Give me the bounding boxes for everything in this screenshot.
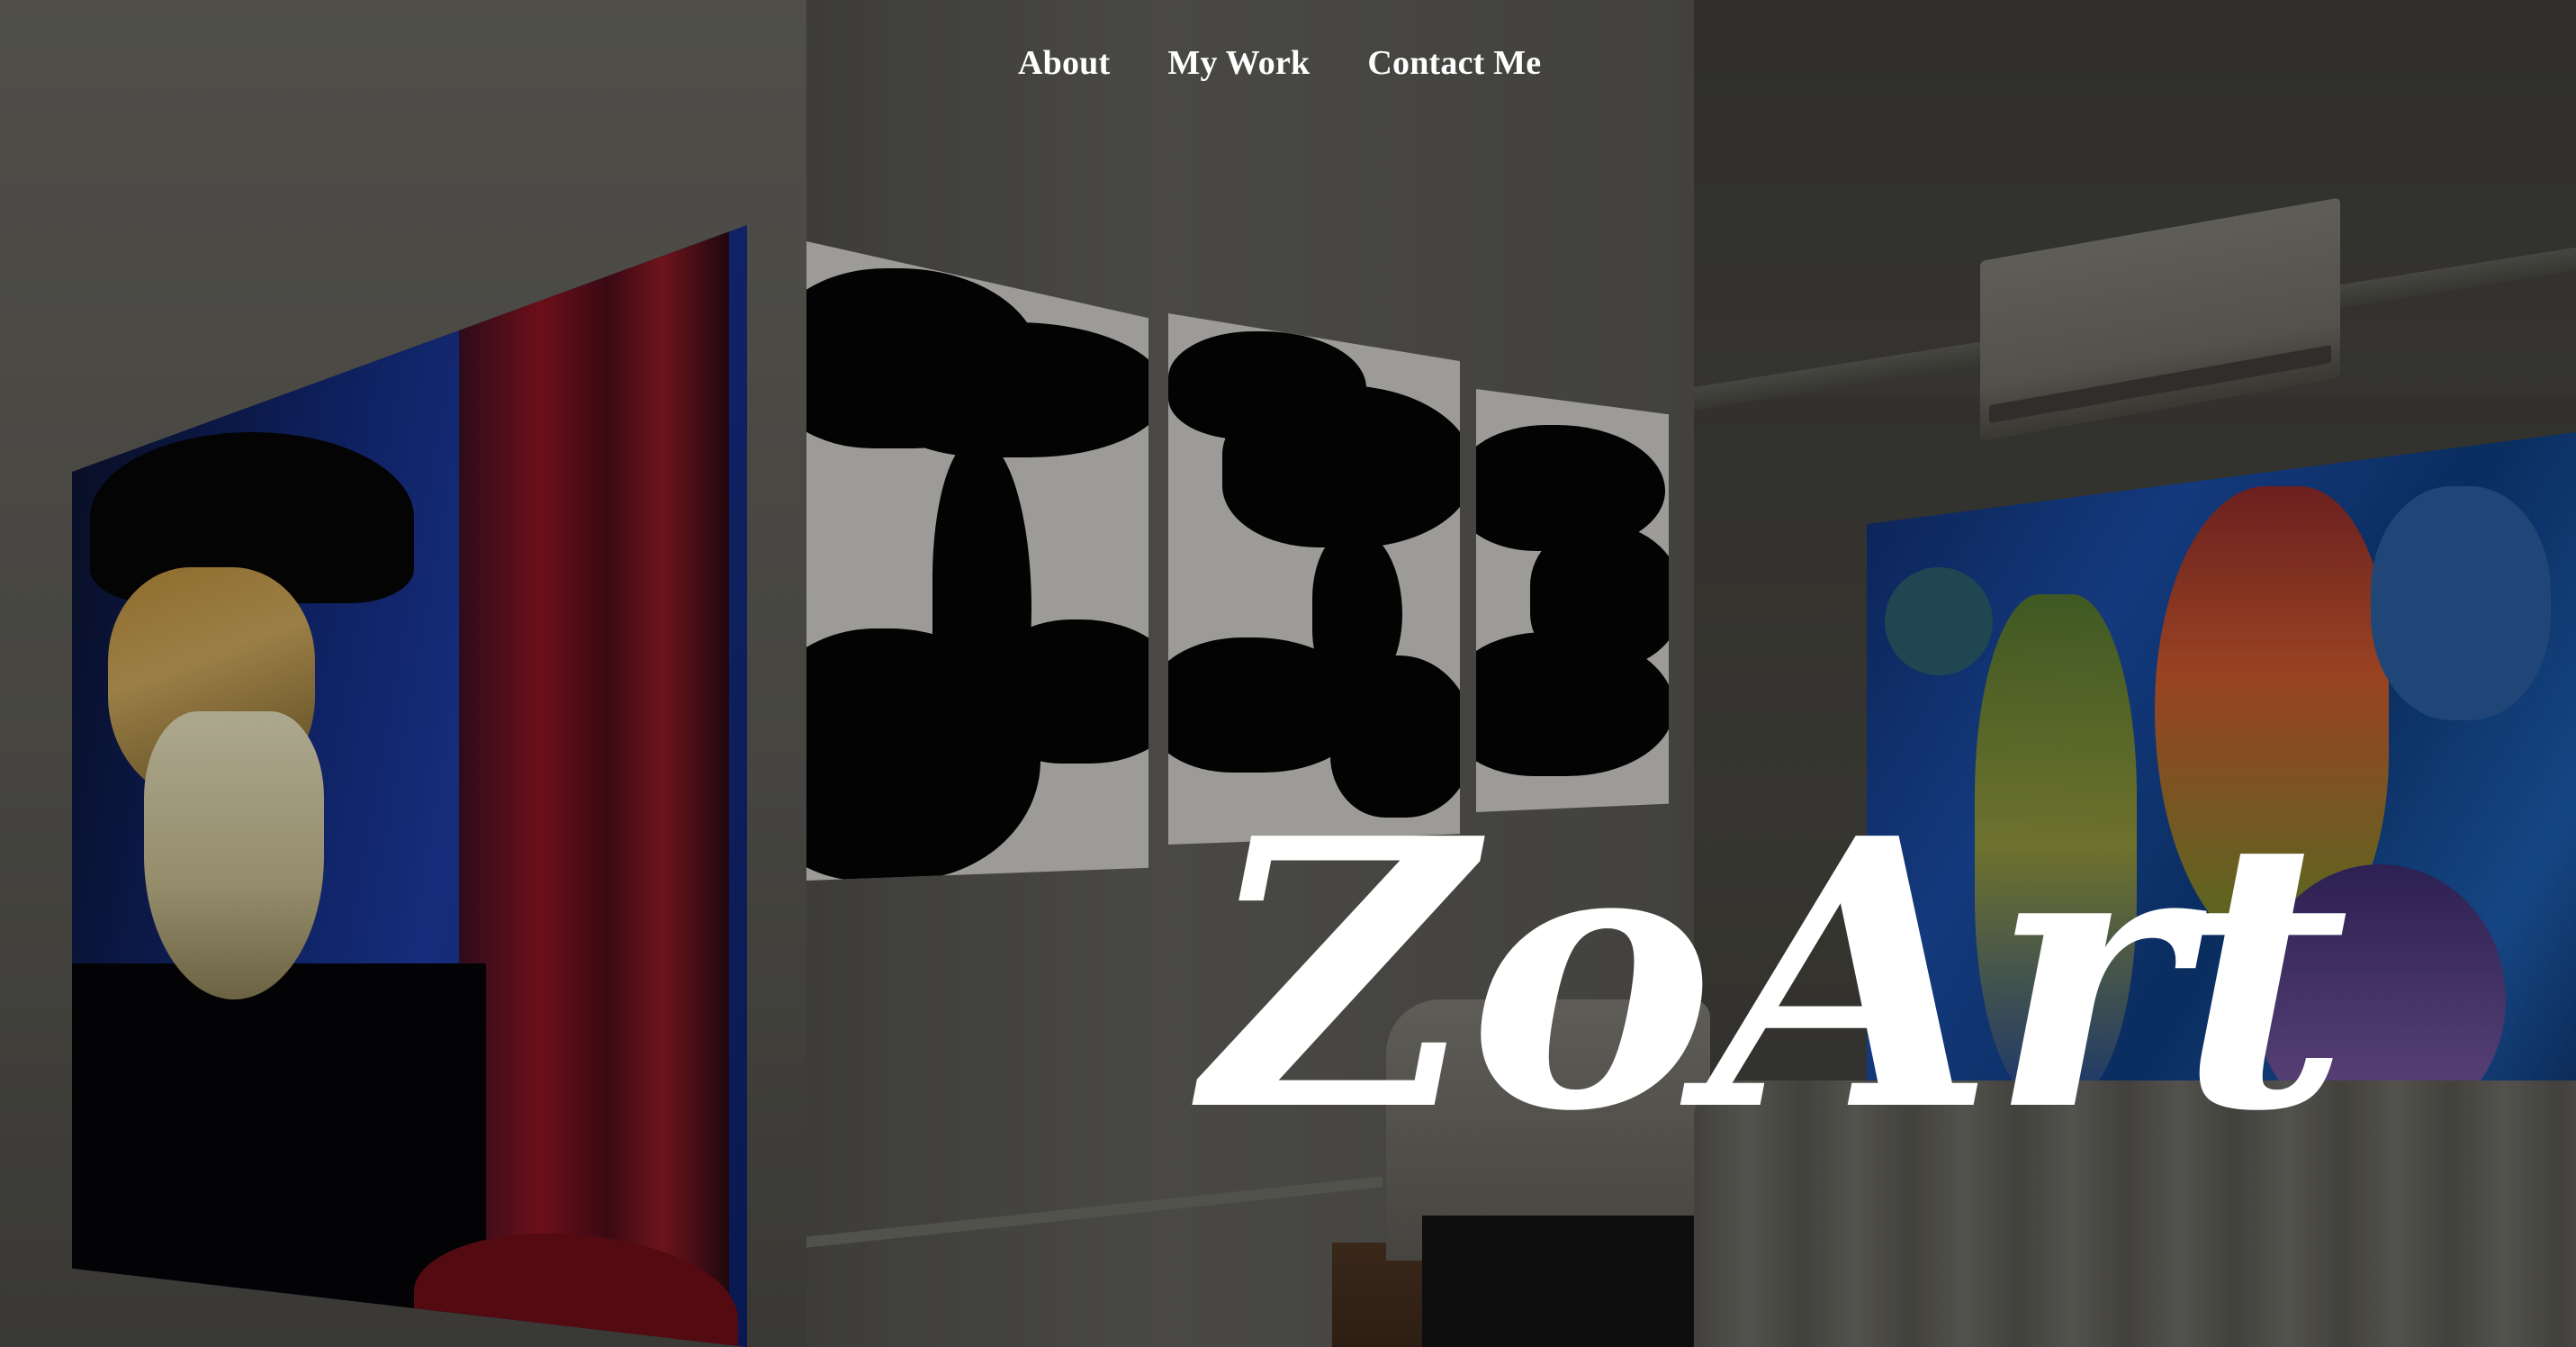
- page: About My Work Contact Me ZoArt: [0, 0, 2576, 1347]
- nav-link-my-work[interactable]: My Work: [1167, 40, 1310, 86]
- nav-links: About My Work Contact Me: [1018, 40, 1541, 86]
- nav-link-about[interactable]: About: [1018, 40, 1110, 86]
- hero-title: ZoArt: [1204, 758, 2349, 1192]
- nav-link-contact-me[interactable]: Contact Me: [1367, 40, 1541, 86]
